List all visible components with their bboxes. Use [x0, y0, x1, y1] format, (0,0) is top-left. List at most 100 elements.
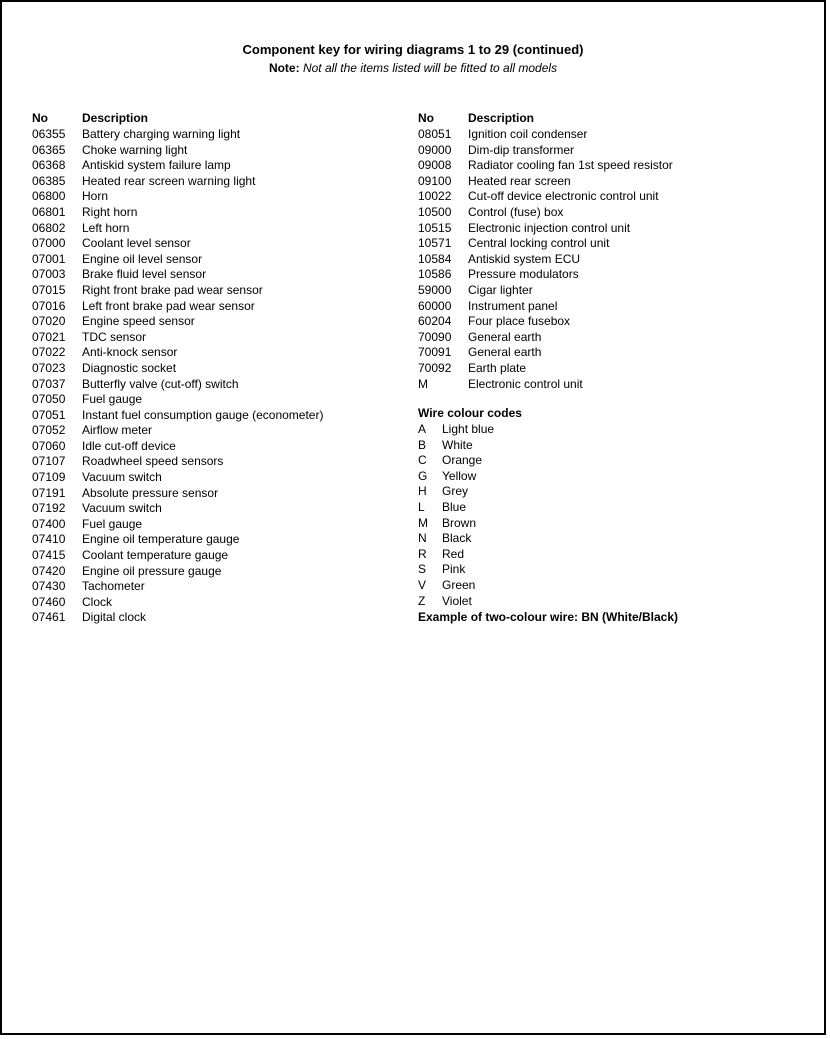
component-desc: Right horn — [82, 205, 408, 221]
table-row: MElectronic control unit — [418, 377, 794, 393]
table-row: 07460Clock — [32, 595, 408, 611]
table-row: 07000Coolant level sensor — [32, 236, 408, 252]
wire-code: A — [418, 422, 442, 438]
component-no: 07191 — [32, 486, 82, 502]
page: Component key for wiring diagrams 1 to 2… — [0, 0, 826, 1035]
wire-name: Yellow — [442, 469, 794, 485]
component-no: 07050 — [32, 392, 82, 408]
component-no: 07052 — [32, 423, 82, 439]
right-rows: 08051Ignition coil condenser09000Dim-dip… — [418, 127, 794, 392]
left-rows: 06355Battery charging warning light06365… — [32, 127, 408, 626]
component-desc: Engine oil level sensor — [82, 252, 408, 268]
component-desc: Four place fusebox — [468, 314, 794, 330]
component-no: 07020 — [32, 314, 82, 330]
component-no: 07000 — [32, 236, 82, 252]
table-row: 06368Antiskid system failure lamp — [32, 158, 408, 174]
component-desc: Left horn — [82, 221, 408, 237]
note: Note: Not all the items listed will be f… — [32, 61, 794, 75]
component-no: 07420 — [32, 564, 82, 580]
component-no: 09000 — [418, 143, 468, 159]
table-row: 10571Central locking control unit — [418, 236, 794, 252]
component-no: 07016 — [32, 299, 82, 315]
wire-row: ZViolet — [418, 594, 794, 610]
table-row: 07021TDC sensor — [32, 330, 408, 346]
columns: No Description 06355Battery charging war… — [32, 111, 794, 626]
component-desc: Heated rear screen warning light — [82, 174, 408, 190]
component-desc: Engine speed sensor — [82, 314, 408, 330]
component-desc: Anti-knock sensor — [82, 345, 408, 361]
table-row: 70090General earth — [418, 330, 794, 346]
table-row: 07060Idle cut-off device — [32, 439, 408, 455]
table-row: 07023Diagnostic socket — [32, 361, 408, 377]
wire-name: Violet — [442, 594, 794, 610]
component-desc: General earth — [468, 330, 794, 346]
table-row: 07430Tachometer — [32, 579, 408, 595]
component-desc: Electronic injection control unit — [468, 221, 794, 237]
component-desc: Brake fluid level sensor — [82, 267, 408, 283]
page-title: Component key for wiring diagrams 1 to 2… — [32, 42, 794, 57]
wire-code: B — [418, 438, 442, 454]
component-no: 07037 — [32, 377, 82, 393]
component-desc: Battery charging warning light — [82, 127, 408, 143]
component-desc: Diagnostic socket — [82, 361, 408, 377]
wire-name: Black — [442, 531, 794, 547]
wire-name: Green — [442, 578, 794, 594]
table-row: 06365Choke warning light — [32, 143, 408, 159]
component-desc: Airflow meter — [82, 423, 408, 439]
component-desc: Heated rear screen — [468, 174, 794, 190]
component-no: 06385 — [32, 174, 82, 190]
table-row: 07052Airflow meter — [32, 423, 408, 439]
component-desc: Right front brake pad wear sensor — [82, 283, 408, 299]
component-desc: Engine oil pressure gauge — [82, 564, 408, 580]
table-row: 07003Brake fluid level sensor — [32, 267, 408, 283]
component-no: 07410 — [32, 532, 82, 548]
table-row: 07001Engine oil level sensor — [32, 252, 408, 268]
wire-code: G — [418, 469, 442, 485]
wire-code: L — [418, 500, 442, 516]
table-row: 07037Butterfly valve (cut-off) switch — [32, 377, 408, 393]
header-desc: Description — [468, 111, 794, 125]
component-desc: Horn — [82, 189, 408, 205]
wire-row: GYellow — [418, 469, 794, 485]
component-no: 10584 — [418, 252, 468, 268]
component-no: 07107 — [32, 454, 82, 470]
wire-name: Orange — [442, 453, 794, 469]
header-no: No — [418, 111, 468, 125]
wire-row: VGreen — [418, 578, 794, 594]
component-desc: Instrument panel — [468, 299, 794, 315]
component-no: 06801 — [32, 205, 82, 221]
component-no: 07460 — [32, 595, 82, 611]
component-no: 09100 — [418, 174, 468, 190]
component-desc: Instant fuel consumption gauge (economet… — [82, 408, 408, 424]
component-no: 07015 — [32, 283, 82, 299]
component-no: 70091 — [418, 345, 468, 361]
component-desc: Coolant temperature gauge — [82, 548, 408, 564]
wire-row: NBlack — [418, 531, 794, 547]
table-row: 07415Coolant temperature gauge — [32, 548, 408, 564]
wire-example: Example of two-colour wire: BN (White/Bl… — [418, 610, 794, 624]
component-desc: Ignition coil condenser — [468, 127, 794, 143]
component-desc: Engine oil temperature gauge — [82, 532, 408, 548]
component-no: 70092 — [418, 361, 468, 377]
table-row: 60204Four place fusebox — [418, 314, 794, 330]
wire-name: White — [442, 438, 794, 454]
table-row: 06800Horn — [32, 189, 408, 205]
table-row: 07191Absolute pressure sensor — [32, 486, 408, 502]
component-no: 06368 — [32, 158, 82, 174]
component-no: 10500 — [418, 205, 468, 221]
component-no: 08051 — [418, 127, 468, 143]
component-desc: Vacuum switch — [82, 470, 408, 486]
wire-code: Z — [418, 594, 442, 610]
component-desc: General earth — [468, 345, 794, 361]
wire-row: BWhite — [418, 438, 794, 454]
table-row: 09100Heated rear screen — [418, 174, 794, 190]
table-row: 07107Roadwheel speed sensors — [32, 454, 408, 470]
wire-name: Grey — [442, 484, 794, 500]
component-no: 07060 — [32, 439, 82, 455]
table-row: 07400Fuel gauge — [32, 517, 408, 533]
component-desc: Antiskid system ECU — [468, 252, 794, 268]
wire-name: Red — [442, 547, 794, 563]
component-desc: Left front brake pad wear sensor — [82, 299, 408, 315]
wire-row: HGrey — [418, 484, 794, 500]
component-no: 07461 — [32, 610, 82, 626]
